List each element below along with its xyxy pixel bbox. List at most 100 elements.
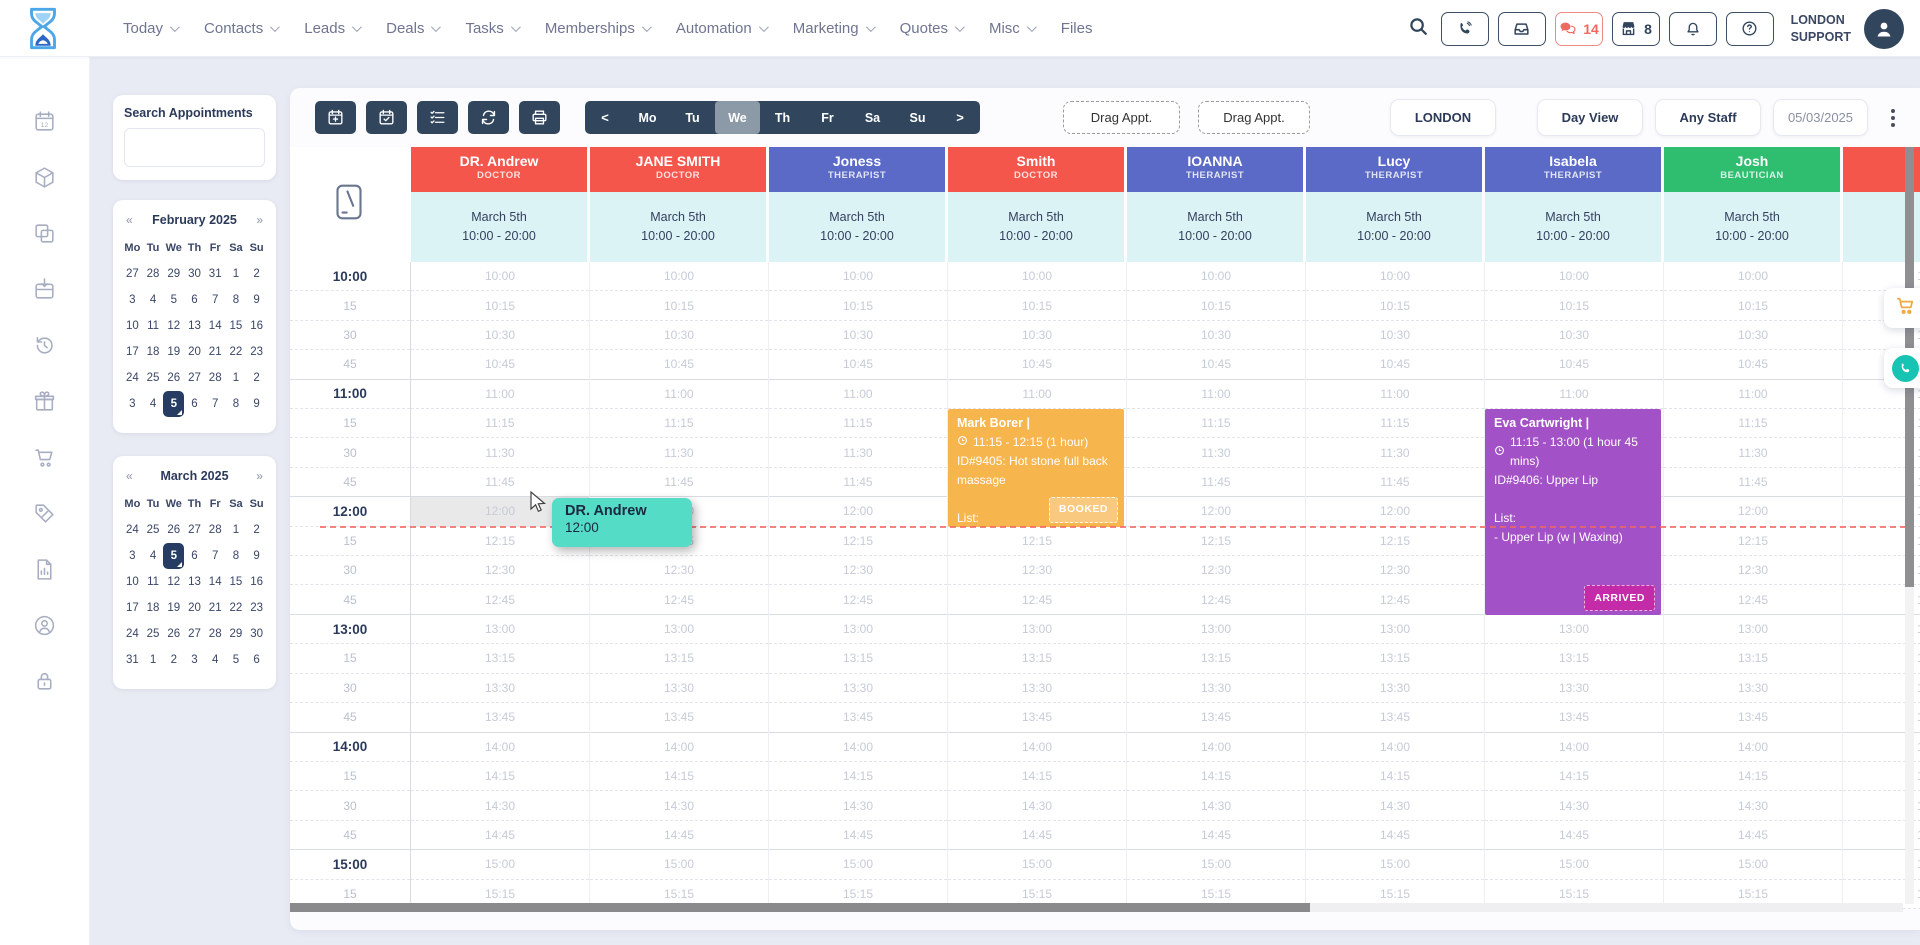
time-slot-cell[interactable]: 13:30 <box>769 674 947 703</box>
time-slot-cell[interactable]: 10:00 <box>769 262 947 291</box>
time-slot-cell[interactable]: 12:15 <box>769 527 947 556</box>
copy-icon[interactable] <box>32 221 57 246</box>
time-slot-cell[interactable]: 13:00 <box>411 615 589 644</box>
next-day-button[interactable]: > <box>940 101 980 134</box>
view-select[interactable]: Day View <box>1537 99 1643 136</box>
calendar-day[interactable]: 24 <box>122 621 143 647</box>
time-slot-cell[interactable]: 13:15 <box>769 644 947 673</box>
calendar-day[interactable]: 23 <box>246 595 267 621</box>
history-icon[interactable] <box>32 333 57 358</box>
time-slot-cell[interactable]: 12:30 <box>1127 556 1305 585</box>
more-options-kebab-icon[interactable] <box>1884 105 1902 131</box>
time-slot-cell[interactable]: 11:15 <box>1306 409 1484 438</box>
time-slot-cell[interactable]: 13:45 <box>1664 703 1842 732</box>
time-slot-cell[interactable]: 13:15 <box>1485 644 1663 673</box>
calendar-day[interactable]: 9 <box>246 287 267 313</box>
time-slot-cell[interactable]: 12:30 <box>590 556 768 585</box>
day-tab-we[interactable]: We <box>715 101 760 134</box>
time-slot-cell[interactable]: 12:00 <box>1306 497 1484 526</box>
calendar-day[interactable]: 27 <box>184 517 205 543</box>
time-slot-cell[interactable]: 11:30 <box>1127 438 1305 467</box>
calendar-prev-arrow[interactable]: « <box>126 213 133 227</box>
calendar-day[interactable]: 9 <box>246 543 267 569</box>
time-slot-cell[interactable]: 14:30 <box>769 791 947 820</box>
calendar-day[interactable]: 16 <box>246 313 267 339</box>
staff-column-header-dr-andrew[interactable]: DR. AndrewDOCTOR <box>411 147 587 192</box>
calendar-day[interactable]: 17 <box>122 339 143 365</box>
time-slot-cell[interactable]: 11:15 <box>769 409 947 438</box>
calendar-next-arrow[interactable]: » <box>256 469 263 483</box>
time-slot-cell[interactable]: 11:45 <box>769 468 947 497</box>
staff-column-header-josh[interactable]: JoshBEAUTICIAN <box>1664 147 1840 192</box>
time-slot-cell[interactable]: 10:15 <box>1127 291 1305 320</box>
calendar-day[interactable]: 5 <box>226 647 247 673</box>
time-slot-cell[interactable]: 13:30 <box>1485 674 1663 703</box>
drag-appointment-button-1[interactable]: Drag Appt. <box>1063 101 1180 134</box>
time-slot-cell[interactable]: 14:00 <box>1127 733 1305 762</box>
calendar-day[interactable]: 30 <box>246 621 267 647</box>
appointment-list-button[interactable] <box>417 101 458 134</box>
time-slot-cell[interactable]: 10:45 <box>1127 350 1305 379</box>
calendar-day[interactable]: 28 <box>143 261 164 287</box>
staff-column-header-isabela[interactable]: IsabelaTHERAPIST <box>1485 147 1661 192</box>
calendar-import-icon[interactable] <box>32 277 57 302</box>
time-slot-cell[interactable]: 15:00 <box>1306 850 1484 879</box>
time-slot-cell[interactable]: 14:00 <box>1306 733 1484 762</box>
time-slot-cell[interactable]: 10:45 <box>1306 350 1484 379</box>
calendar-day[interactable]: 28 <box>205 365 226 391</box>
calendar-day[interactable]: 1 <box>143 647 164 673</box>
nav-item-misc[interactable]: Misc <box>989 20 1034 37</box>
search-icon[interactable] <box>1407 15 1429 42</box>
calendar-day[interactable]: 31 <box>122 647 143 673</box>
calendar-day[interactable]: 20 <box>184 339 205 365</box>
staff-column-header-smith[interactable]: SmithDOCTOR <box>948 147 1124 192</box>
calendar-day[interactable]: 3 <box>184 647 205 673</box>
time-slot-cell[interactable]: 15:00 <box>1127 850 1305 879</box>
time-slot-cell[interactable]: 13:45 <box>1306 703 1484 732</box>
calendar-day[interactable]: 22 <box>226 595 247 621</box>
calendar-day[interactable]: 6 <box>184 543 205 569</box>
time-slot-cell[interactable]: 14:15 <box>590 762 768 791</box>
calendar-day[interactable]: 4 <box>143 287 164 313</box>
support-person-icon[interactable] <box>32 613 57 638</box>
time-slot-cell[interactable]: 10:30 <box>1127 321 1305 350</box>
calendar-day[interactable]: 26 <box>163 621 184 647</box>
day-tab-fr[interactable]: Fr <box>805 101 850 134</box>
package-icon[interactable] <box>32 165 57 190</box>
time-slot-cell[interactable]: 11:45 <box>1306 468 1484 497</box>
time-slot-cell[interactable]: 15:00 <box>590 850 768 879</box>
nav-item-quotes[interactable]: Quotes <box>900 20 962 37</box>
calendar-day[interactable]: 3 <box>122 287 143 313</box>
time-slot-cell[interactable]: 10:30 <box>948 321 1126 350</box>
calendar-day[interactable]: 26 <box>163 365 184 391</box>
staff-column-header-jane-smith[interactable]: JANE SMITHDOCTOR <box>590 147 766 192</box>
time-slot-cell[interactable]: 12:45 <box>769 585 947 614</box>
time-slot-cell[interactable]: 11:45 <box>1664 468 1842 497</box>
cart-widget-button[interactable] <box>1884 288 1920 328</box>
time-slot-cell[interactable]: 13:15 <box>590 644 768 673</box>
time-slot-cell[interactable]: 14:00 <box>1485 733 1663 762</box>
calendar-day[interactable]: 5 <box>163 287 184 313</box>
help-button[interactable] <box>1726 12 1774 46</box>
print-button[interactable] <box>519 101 560 134</box>
calendar-day[interactable]: 26 <box>163 517 184 543</box>
calendar-day[interactable]: 28 <box>205 517 226 543</box>
vertical-scrollbar[interactable] <box>1905 147 1914 904</box>
time-slot-cell[interactable]: 14:30 <box>1127 791 1305 820</box>
time-slot-cell[interactable]: 14:30 <box>1306 791 1484 820</box>
time-slot-cell[interactable]: 12:45 <box>1127 585 1305 614</box>
time-slot-cell[interactable]: 14:45 <box>1306 821 1484 850</box>
time-slot-cell[interactable]: 11:30 <box>769 438 947 467</box>
nav-item-marketing[interactable]: Marketing <box>793 20 873 37</box>
time-slot-cell[interactable]: 10:45 <box>1485 350 1663 379</box>
time-slot-cell[interactable]: 10:30 <box>590 321 768 350</box>
calendar-day[interactable]: 8 <box>226 287 247 313</box>
time-slot-cell[interactable]: 11:30 <box>1664 438 1842 467</box>
time-slot-cell[interactable]: 10:15 <box>1485 291 1663 320</box>
nav-item-automation[interactable]: Automation <box>676 20 766 37</box>
time-slot-cell[interactable]: 10:45 <box>411 350 589 379</box>
calendar-day[interactable]: 6 <box>246 647 267 673</box>
time-slot-cell[interactable]: 14:30 <box>948 791 1126 820</box>
time-slot-cell[interactable]: 10:00 <box>1306 262 1484 291</box>
calendar-day[interactable]: 2 <box>246 517 267 543</box>
